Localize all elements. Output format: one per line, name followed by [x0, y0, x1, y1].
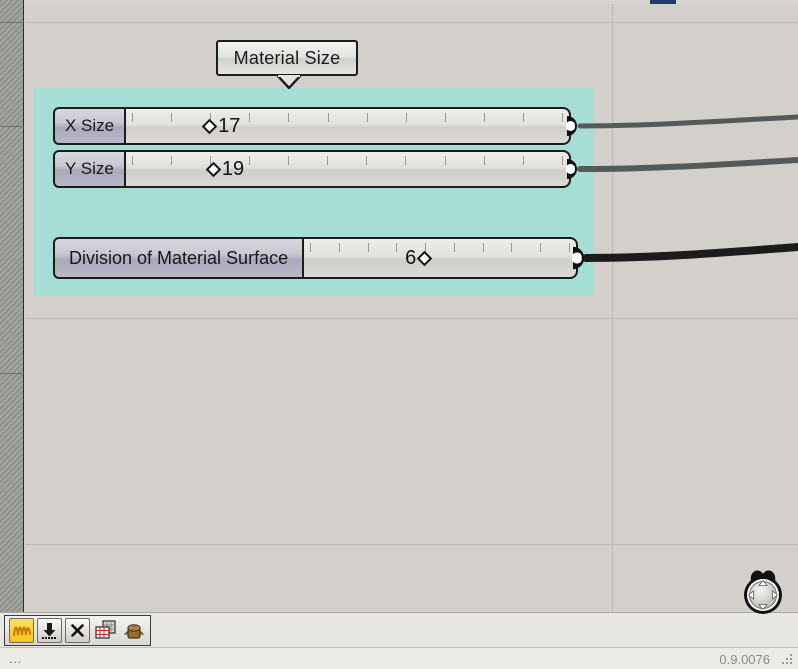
gutter-divider: [0, 373, 24, 374]
node-x-size[interactable]: X Size 17: [53, 107, 571, 145]
tree-stump-icon: [123, 623, 144, 639]
grid-line-horizontal: [25, 22, 798, 23]
squiggle-icon: [12, 626, 31, 636]
node-y-size-value: 19: [221, 157, 245, 180]
slider-handle-diamond-icon[interactable]: [416, 250, 433, 266]
node-x-size-output-port[interactable]: [566, 116, 583, 136]
node-division-label[interactable]: Division of Material Surface: [53, 237, 305, 279]
node-y-size-output-port[interactable]: [566, 159, 583, 179]
node-y-size-slider[interactable]: 19: [125, 150, 571, 188]
node-x-size-readout[interactable]: 17: [201, 109, 241, 143]
node-division-of-material-surface[interactable]: Division of Material Surface 6: [53, 237, 578, 279]
node-x-size-label[interactable]: X Size: [53, 107, 127, 145]
node-y-size-label[interactable]: Y Size: [53, 150, 126, 188]
node-canvas[interactable]: [25, 4, 798, 612]
grid-line-horizontal: [25, 544, 798, 545]
group-label-balloon[interactable]: Material Size: [216, 40, 358, 76]
compass-navigator[interactable]: [735, 565, 791, 617]
toolbar-tree-stump-button[interactable]: [121, 618, 146, 643]
slider-ticks: [132, 113, 563, 122]
version-label: 0.9.0076: [719, 652, 770, 667]
node-division-value: 6: [405, 246, 417, 269]
close-x-icon: [71, 624, 84, 637]
node-y-size-readout[interactable]: 19: [205, 152, 245, 186]
left-gutter-strip[interactable]: [0, 0, 24, 612]
slider-handle-diamond-icon[interactable]: [201, 118, 218, 134]
slider-ticks: [131, 156, 563, 165]
grid-table-icon: [94, 619, 116, 639]
status-bar: ... 0.9.0076: [0, 647, 798, 669]
toolbar-download-button[interactable]: [37, 618, 62, 643]
node-division-slider[interactable]: 6: [304, 237, 578, 279]
toolbar-button-group: [4, 615, 151, 646]
node-division-readout[interactable]: 6: [405, 239, 433, 277]
download-arrow-icon: [42, 623, 56, 639]
application-window: Material Size X Size 17 Y Size 19 Divisi…: [0, 0, 798, 669]
toolbar-grid-table-button[interactable]: [93, 618, 118, 643]
status-message: ...: [9, 652, 23, 666]
node-x-size-slider[interactable]: 17: [126, 107, 571, 145]
slider-handle-diamond-icon[interactable]: [205, 161, 222, 177]
toolbar-bake-squiggle-button[interactable]: [9, 618, 34, 643]
node-y-size[interactable]: Y Size 19: [53, 150, 571, 188]
group-label-text: Material Size: [233, 47, 341, 68]
bottom-toolbar: [0, 612, 798, 647]
gutter-divider: [0, 126, 24, 127]
toolbar-close-button[interactable]: [65, 618, 90, 643]
grid-line-horizontal: [25, 318, 798, 319]
balloon-tail-icon: [277, 75, 301, 89]
resize-grip-icon[interactable]: [780, 652, 794, 666]
gutter-divider: [0, 22, 24, 23]
node-x-size-value: 17: [218, 114, 241, 137]
grid-line-vertical: [612, 4, 613, 612]
node-division-output-port[interactable]: [572, 246, 590, 270]
slider-ticks: [310, 243, 570, 252]
